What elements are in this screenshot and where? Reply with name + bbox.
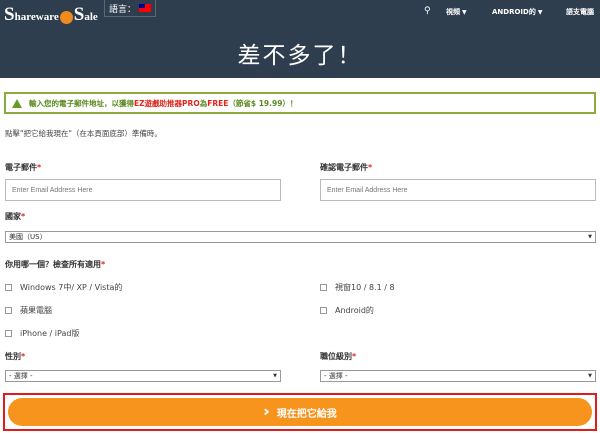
submit-button-label: 現在把它給我 <box>276 408 337 420</box>
dropdown-arrow-icon: ▼ <box>588 373 592 379</box>
nav-android[interactable]: ANDROID的 ▼ <box>492 7 542 17</box>
alert-free-text: FREE <box>207 98 229 108</box>
checkbox[interactable] <box>5 330 12 337</box>
confirm-email-field[interactable]: Enter Email Address Here <box>320 179 596 201</box>
os-checkbox-mac[interactable]: 蘋果電腦 <box>5 305 52 316</box>
logo-letter: S <box>4 4 15 25</box>
chevron-down-icon: ▼ <box>462 8 467 16</box>
os-checkbox-windows10[interactable]: 視窗10 / 8.1 / 8 <box>320 282 395 293</box>
alert-text: 為 <box>199 98 208 108</box>
checkbox[interactable] <box>320 284 327 291</box>
taiwan-flag-icon <box>139 4 152 12</box>
confirm-email-label: 確認電子郵件* <box>320 162 372 173</box>
gender-value: - 選擇 - <box>9 372 33 380</box>
submit-button[interactable]: ›› 現在把它給我 <box>8 398 592 426</box>
alert-savings-text: （節省$ 19.99）！ <box>228 98 298 108</box>
nav-video-label: 視頻 <box>446 8 460 16</box>
checkbox[interactable] <box>320 307 327 314</box>
required-mark: * <box>101 260 106 269</box>
checkbox-label: 蘋果電腦 <box>20 306 52 315</box>
confirm-email-label-text: 確認電子郵件 <box>320 163 368 172</box>
job-level-value: - 選擇 - <box>324 372 348 380</box>
dropdown-arrow-icon: ▼ <box>273 373 277 379</box>
os-label: 你用哪一個？檢查所有適用* <box>5 259 105 270</box>
submit-highlight: ›› 現在把它給我 <box>3 393 597 431</box>
checkbox[interactable] <box>5 307 12 314</box>
country-label-text: 國家 <box>5 212 21 221</box>
country-value: 美國（US） <box>9 233 47 241</box>
alert-product-name: EZ遊戲助推器PRO <box>134 98 200 108</box>
language-label: 語言： <box>109 4 137 15</box>
job-level-label-text: 職位級別 <box>320 352 352 361</box>
os-checkbox-ios[interactable]: iPhone / iPad版 <box>5 328 79 339</box>
dropdown-arrow-icon: ▼ <box>588 234 592 240</box>
job-level-select[interactable]: - 選擇 - ▼ <box>320 370 596 382</box>
email-label-text: 電子郵件 <box>5 163 37 172</box>
job-level-label: 職位級別* <box>320 351 356 362</box>
checkbox-label: 視窗10 / 8.1 / 8 <box>335 283 395 292</box>
required-mark: * <box>21 352 26 361</box>
logo-text: hareware <box>14 11 59 23</box>
logo[interactable]: Shareware Sale <box>4 4 102 30</box>
checkbox-label: iPhone / iPad版 <box>20 329 80 338</box>
required-mark: * <box>368 163 373 172</box>
country-label: 國家* <box>5 211 25 222</box>
checkbox-label: Windows 7中/ XP / Vista的 <box>20 283 123 292</box>
os-label-text: 你用哪一個？檢查所有適用 <box>5 260 101 269</box>
double-chevron-right-icon: ›› <box>263 404 268 420</box>
nav-android-label: ANDROID的 <box>492 8 536 16</box>
email-label: 電子郵件* <box>5 162 41 173</box>
logo-o-icon <box>59 10 73 24</box>
search-icon[interactable]: ⚲ <box>424 6 431 16</box>
email-field[interactable]: Enter Email Address Here <box>5 179 281 201</box>
alert-text: 輸入您的電子郵件地址，以獲得 <box>29 98 134 108</box>
os-checkbox-windows7[interactable]: Windows 7中/ XP / Vista的 <box>5 282 122 293</box>
country-select[interactable]: 美國（US） ▼ <box>5 231 596 243</box>
nav-support[interactable]: 語支電腦 <box>566 7 594 17</box>
os-checkbox-android[interactable]: Android的 <box>320 305 374 316</box>
required-mark: * <box>21 212 26 221</box>
gender-label: 性別* <box>5 351 25 362</box>
checkbox-label: Android的 <box>335 306 374 315</box>
page-title: 差不多了！ <box>237 43 363 69</box>
language-selector[interactable]: 語言： <box>104 0 157 17</box>
intro-text: 點擊"把它給我現在"（在本頁面底部）準備時。 <box>5 129 162 138</box>
required-mark: * <box>352 352 357 361</box>
gender-label-text: 性別 <box>5 352 21 361</box>
logo-text: ale <box>84 11 98 23</box>
logo-letter: S <box>73 4 85 25</box>
chevron-down-icon: ▼ <box>537 8 543 16</box>
page-header: Shareware Sale 語言： ⚲ 視頻 ▼ ANDROID的 ▼ 語支電腦 差… <box>0 0 600 78</box>
nav-video[interactable]: 視頻 ▼ <box>446 7 467 17</box>
promo-alert: 輸入您的電子郵件地址，以獲得 EZ遊戲助推器PRO 為 FREE （節省$ 19.99）… <box>4 92 596 114</box>
gender-select[interactable]: - 選擇 - ▼ <box>5 370 281 382</box>
nav-support-label: 語支電腦 <box>566 8 594 16</box>
checkbox[interactable] <box>5 284 12 291</box>
required-mark: * <box>37 163 42 172</box>
warning-icon <box>12 98 22 108</box>
